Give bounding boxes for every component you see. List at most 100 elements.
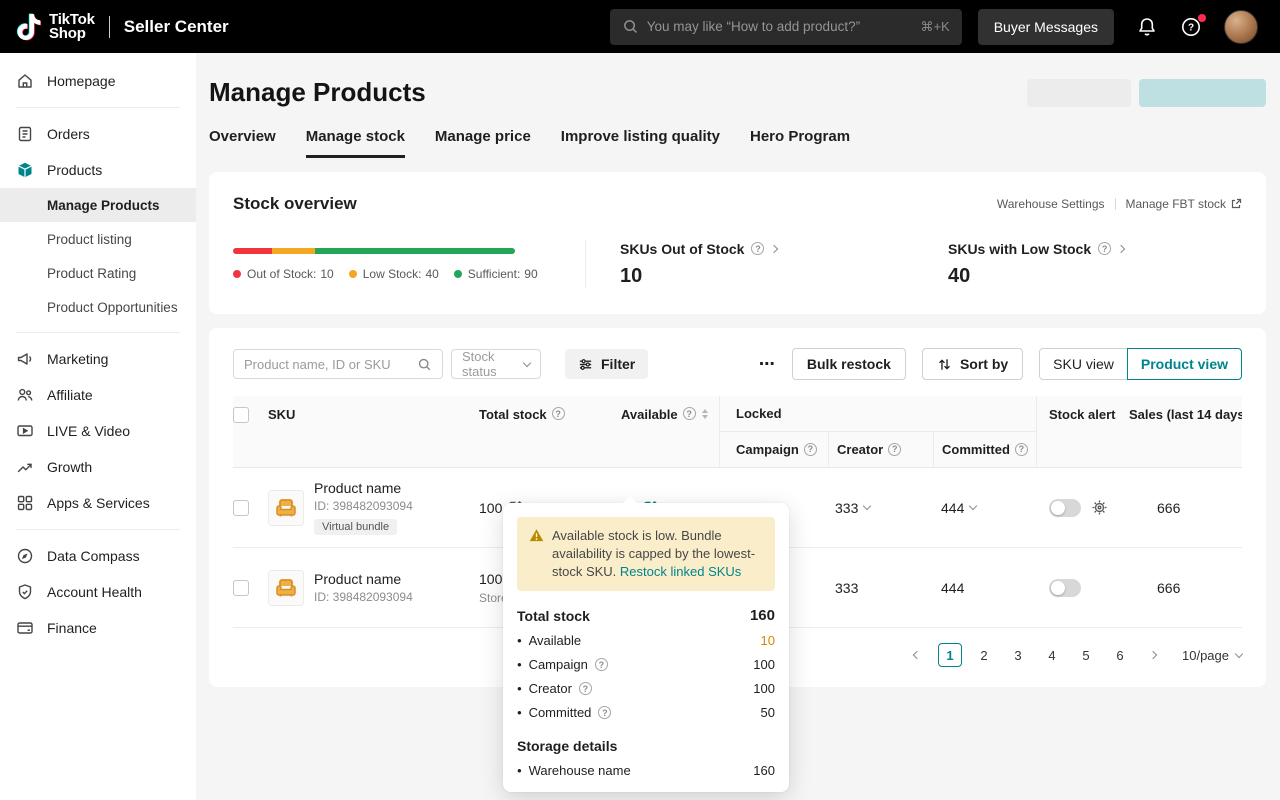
sidebar-subitem-product-rating[interactable]: Product Rating: [0, 256, 196, 290]
tab-manage-stock[interactable]: Manage stock: [306, 128, 405, 158]
prev-page-button[interactable]: [906, 643, 928, 667]
growth-icon: [16, 458, 34, 476]
table-toolbar: Stock status Filter ⋯ Bulk restock Sort …: [233, 348, 1242, 380]
sidebar-item-data-compass[interactable]: Data Compass: [0, 538, 196, 574]
stock-overview-card: Stock overview Warehouse Settings Manage…: [209, 172, 1266, 314]
sidebar-divider: [16, 529, 180, 530]
tiktok-note-icon: [16, 12, 42, 42]
tab-hero-program[interactable]: Hero Program: [750, 128, 850, 158]
global-search-input[interactable]: [647, 19, 913, 34]
info-icon[interactable]: [683, 407, 696, 420]
info-icon[interactable]: [1098, 242, 1111, 255]
global-search[interactable]: ⌘+K: [610, 9, 962, 45]
sidebar-item-products[interactable]: Products: [0, 152, 196, 188]
manage-fbt-stock-link[interactable]: Manage FBT stock: [1126, 197, 1243, 211]
page-size-select[interactable]: 10/page: [1182, 648, 1242, 663]
tab-manage-price[interactable]: Manage price: [435, 128, 531, 158]
page-button-5[interactable]: 5: [1074, 643, 1098, 667]
info-icon[interactable]: [598, 706, 611, 719]
main-content: Manage Products Overview Manage stock Ma…: [196, 53, 1280, 800]
sort-available-icon[interactable]: [702, 409, 708, 419]
info-icon[interactable]: [595, 658, 608, 671]
info-icon[interactable]: [804, 443, 817, 456]
creator-locked-value[interactable]: 333: [835, 580, 858, 596]
info-icon[interactable]: [552, 407, 565, 420]
column-header-campaign: Campaign: [736, 442, 799, 457]
total-stock-value: 100: [479, 500, 502, 516]
account-avatar[interactable]: [1224, 10, 1258, 44]
product-image[interactable]: [268, 490, 304, 526]
sort-by-button[interactable]: Sort by: [922, 348, 1023, 380]
notifications-button[interactable]: [1136, 16, 1158, 38]
product-search-input[interactable]: [244, 357, 411, 372]
tab-overview[interactable]: Overview: [209, 128, 276, 158]
svg-text:?: ?: [1188, 22, 1194, 33]
sidebar-item-marketing[interactable]: Marketing: [0, 341, 196, 377]
sidebar-subitem-product-listing[interactable]: Product listing: [0, 222, 196, 256]
sidebar-item-growth[interactable]: Growth: [0, 449, 196, 485]
popover-campaign-row: Campaign 100: [517, 657, 775, 672]
search-icon: [622, 18, 639, 35]
product-image[interactable]: [268, 570, 304, 606]
stock-alert-toggle[interactable]: [1049, 579, 1081, 597]
stat-skus-with-low-stock[interactable]: SKUs with Low Stock 40: [914, 241, 1242, 288]
info-icon[interactable]: [888, 443, 901, 456]
product-name[interactable]: Product name: [314, 480, 401, 496]
page-button-1[interactable]: 1: [938, 643, 962, 667]
info-icon[interactable]: [751, 242, 764, 255]
header-action-secondary-button[interactable]: [1027, 79, 1131, 107]
header-action-primary-button[interactable]: [1139, 79, 1266, 107]
filter-button[interactable]: Filter: [565, 349, 648, 379]
sidebar-item-label: Growth: [47, 459, 92, 475]
sidebar-item-account-health[interactable]: Account Health: [0, 574, 196, 610]
row-checkbox[interactable]: [233, 500, 249, 516]
gear-icon[interactable]: [1091, 499, 1108, 516]
sidebar-subitem-product-opportunities[interactable]: Product Opportunities: [0, 290, 196, 324]
sort-icon: [937, 357, 952, 372]
page-button-3[interactable]: 3: [1006, 643, 1030, 667]
page-button-2[interactable]: 2: [972, 643, 996, 667]
info-icon[interactable]: [579, 682, 592, 695]
bulk-restock-button[interactable]: Bulk restock: [792, 348, 906, 380]
row-checkbox[interactable]: [233, 580, 249, 596]
megaphone-icon: [16, 350, 34, 368]
sidebar-item-live-video[interactable]: LIVE & Video: [0, 413, 196, 449]
restock-linked-skus-link[interactable]: Restock linked SKUs: [620, 564, 741, 579]
sidebar-item-orders[interactable]: Orders: [0, 116, 196, 152]
sku-view-button[interactable]: SKU view: [1039, 348, 1128, 380]
sidebar-item-affiliate[interactable]: Affiliate: [0, 377, 196, 413]
bullet-icon: [517, 657, 522, 672]
help-button[interactable]: ?: [1180, 16, 1202, 38]
product-view-button[interactable]: Product view: [1127, 348, 1242, 380]
bell-icon: [1136, 16, 1158, 38]
product-name[interactable]: Product name: [314, 571, 401, 587]
more-actions-button[interactable]: ⋯: [759, 354, 776, 374]
warehouse-settings-link[interactable]: Warehouse Settings: [997, 197, 1105, 211]
sidebar-item-finance[interactable]: Finance: [0, 610, 196, 646]
tiktok-shop-logo[interactable]: TikTok Shop: [16, 12, 95, 42]
buyer-messages-button[interactable]: Buyer Messages: [978, 9, 1114, 45]
stat-skus-out-of-stock[interactable]: SKUs Out of Stock 10: [586, 241, 914, 288]
tab-improve-listing-quality[interactable]: Improve listing quality: [561, 128, 720, 158]
sufficient-segment: [315, 248, 515, 254]
creator-locked-value[interactable]: 333: [835, 500, 858, 516]
stock-alert-toggle[interactable]: [1049, 499, 1081, 517]
search-icon[interactable]: [417, 357, 432, 372]
bullet-icon: [517, 681, 522, 696]
next-page-button[interactable]: [1142, 643, 1164, 667]
sidebar-item-homepage[interactable]: Homepage: [0, 63, 196, 99]
sidebar-item-label: Orders: [47, 126, 90, 142]
page-button-6[interactable]: 6: [1108, 643, 1132, 667]
select-all-checkbox[interactable]: [233, 407, 249, 423]
committed-value[interactable]: 444: [941, 580, 964, 596]
page-button-4[interactable]: 4: [1040, 643, 1064, 667]
chevron-down-icon[interactable]: [863, 502, 871, 510]
stock-status-select[interactable]: Stock status: [451, 349, 541, 379]
committed-value[interactable]: 444: [941, 500, 964, 516]
product-search-field[interactable]: [233, 349, 443, 379]
chevron-right-icon: [1117, 244, 1125, 252]
sidebar-subitem-manage-products[interactable]: Manage Products: [0, 188, 196, 222]
info-icon[interactable]: [1015, 443, 1028, 456]
chevron-down-icon[interactable]: [969, 502, 977, 510]
sidebar-item-apps-services[interactable]: Apps & Services: [0, 485, 196, 521]
